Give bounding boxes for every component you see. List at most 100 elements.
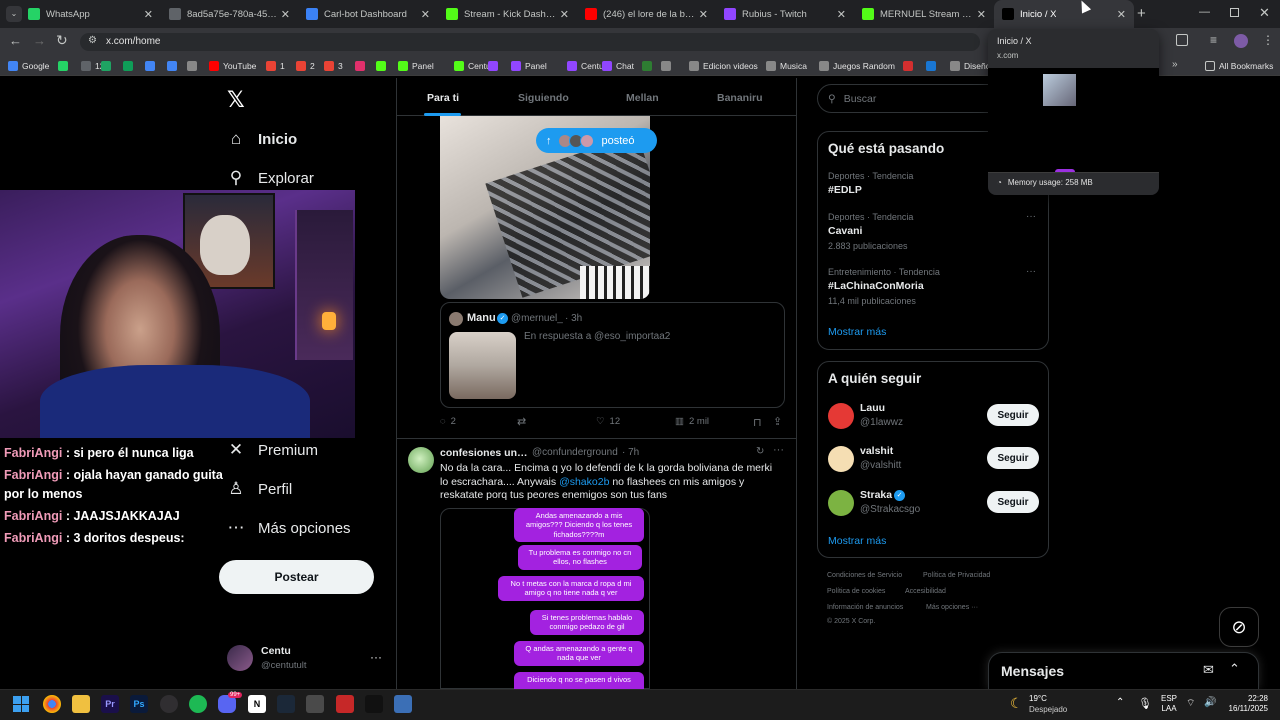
extensions-icon[interactable] <box>1176 34 1188 46</box>
bookmarks-overflow-icon[interactable]: » <box>1172 59 1178 70</box>
app-icon-2[interactable] <box>394 695 412 713</box>
file-explorer-icon[interactable] <box>72 695 90 713</box>
language-indicator[interactable]: ESP LAA <box>1161 694 1177 714</box>
browser-tab[interactable]: MERNUEL Stream - Watc✕ <box>854 0 994 28</box>
suggestion-avatar[interactable] <box>828 403 854 429</box>
bookmark-item[interactable]: Panel <box>398 59 434 73</box>
mic-icon[interactable]: 🎙 <box>1138 697 1152 710</box>
bookmark-item[interactable] <box>101 59 115 73</box>
browser-tab[interactable]: Carl-bot Dashboard ✕ <box>298 0 438 28</box>
bookmark-item[interactable] <box>187 59 201 73</box>
bookmark-item[interactable] <box>903 59 917 73</box>
footer-link[interactable]: Condiciones de Servicio <box>827 572 902 579</box>
new-tab-button[interactable]: + <box>1137 5 1146 22</box>
new-posts-pill[interactable]: ↑ posteó <box>536 128 657 153</box>
bookmark-item[interactable] <box>123 59 137 73</box>
bookmark-item[interactable]: Musica <box>766 59 807 73</box>
browser-tab[interactable]: Inicio / X ✕ <box>994 0 1134 28</box>
tab-close-icon[interactable]: ✕ <box>699 8 708 21</box>
trend-more-icon[interactable]: ··· <box>1026 211 1036 222</box>
mention-link[interactable]: @shako2b <box>559 476 609 488</box>
trend-more-icon[interactable]: ··· <box>1026 266 1036 277</box>
tab-close-icon[interactable]: ✕ <box>144 8 153 21</box>
reading-list-icon[interactable]: ≡ <box>1210 33 1217 47</box>
bookmark-item[interactable]: Diseño <box>950 59 990 73</box>
trend-name[interactable]: #EDLP <box>828 184 862 196</box>
post-button[interactable]: Postear <box>219 560 374 594</box>
footer-link[interactable]: Política de cookies <box>827 588 885 595</box>
bookmark-item[interactable]: Centu <box>567 59 604 73</box>
browser-tab[interactable]: 8ad5a75e-780a-4598-9fc✕ <box>161 0 298 28</box>
bookmark-item[interactable]: Chat <box>602 59 634 73</box>
chrome-taskbar-icon[interactable] <box>43 695 61 713</box>
tray-chevron-icon[interactable]: ⌃ <box>1116 697 1124 708</box>
expand-up-icon[interactable]: ⌃ <box>1229 661 1240 677</box>
tab-close-icon[interactable]: ✕ <box>281 8 290 21</box>
bookmark-item[interactable]: 2 <box>296 59 315 73</box>
tab-close-icon[interactable]: ✕ <box>560 8 569 21</box>
suggestion-avatar[interactable] <box>828 490 854 516</box>
tab-close-icon[interactable]: ✕ <box>977 8 986 21</box>
share-icon[interactable]: ⇪ <box>773 415 782 428</box>
bookmark-item[interactable]: Juegos Random <box>819 59 895 73</box>
footer-link[interactable]: Información de anuncios <box>827 604 903 611</box>
bookmark-item[interactable] <box>58 59 72 73</box>
bookmark-item[interactable] <box>926 59 940 73</box>
bookmark-item[interactable]: YouTube <box>209 59 256 73</box>
bookmark-item[interactable]: Edicion videos <box>689 59 758 73</box>
account-avatar[interactable] <box>227 645 253 671</box>
footer-link[interactable]: Política de Privacidad <box>923 572 990 579</box>
profile-avatar-icon[interactable] <box>1234 34 1248 48</box>
premiere-icon[interactable]: Pr <box>101 695 119 713</box>
suggestion-name[interactable]: Lauu <box>860 402 885 414</box>
photoshop-icon[interactable]: Ps <box>130 695 148 713</box>
notion-icon[interactable]: N <box>248 695 266 713</box>
bookmark-item[interactable] <box>167 59 181 73</box>
suggestion-avatar[interactable] <box>828 446 854 472</box>
trends-show-more[interactable]: Mostrar más <box>828 326 886 338</box>
tab-close-icon[interactable]: ✕ <box>421 8 430 21</box>
close-window-button[interactable]: ✕ <box>1259 5 1270 21</box>
tab-bananiru[interactable]: Bananiru <box>717 92 763 104</box>
follow-button[interactable]: Seguir <box>987 404 1039 426</box>
follow-button[interactable]: Seguir <box>987 491 1039 513</box>
bookmark-item[interactable]: Panel <box>511 59 547 73</box>
grok-float-button[interactable]: ⊘ <box>1219 607 1259 647</box>
app-icon[interactable] <box>336 695 354 713</box>
tab-siguiendo[interactable]: Siguiendo <box>518 92 569 104</box>
post-avatar[interactable] <box>408 447 434 473</box>
nav-more[interactable]: ⋯ Más opciones <box>226 518 351 538</box>
wifi-icon[interactable]: ⌔ <box>1186 697 1195 710</box>
capcut-icon[interactable] <box>365 695 383 713</box>
footer-link[interactable]: Accesibilidad <box>905 588 946 595</box>
messages-drawer[interactable]: Mensajes ✉ ⌃ <box>988 652 1259 689</box>
tab-para-ti[interactable]: Para ti <box>427 92 459 104</box>
nav-home[interactable]: ⌂ Inicio <box>226 129 297 149</box>
browser-tab[interactable]: WhatsApp ✕ <box>20 0 161 28</box>
bookmark-icon[interactable]: ⊓ <box>753 416 762 429</box>
new-message-icon[interactable]: ✉ <box>1203 662 1214 678</box>
bookmark-item[interactable]: Centu <box>454 59 491 73</box>
browser-tab[interactable]: Stream - Kick Dashboard✕ <box>438 0 577 28</box>
nav-explore[interactable]: ⚲ Explorar <box>226 168 314 188</box>
grok-icon[interactable]: ↻ <box>756 446 764 457</box>
steam-icon[interactable] <box>277 695 295 713</box>
x-logo-icon[interactable]: 𝕏 <box>227 88 245 113</box>
maximize-button[interactable] <box>1230 8 1239 17</box>
minimize-button[interactable]: — <box>1199 6 1210 18</box>
bookmark-item[interactable] <box>661 59 675 73</box>
follow-button[interactable]: Seguir <box>987 447 1039 469</box>
tab-close-icon[interactable]: ✕ <box>1117 8 1126 21</box>
back-button[interactable]: ← <box>9 33 22 48</box>
tab-mellan[interactable]: Mellan <box>626 92 659 104</box>
views-button[interactable]: ▥ 2 mil <box>675 416 709 427</box>
spotify-icon[interactable] <box>189 695 207 713</box>
forward-button[interactable]: → <box>33 33 46 48</box>
like-button[interactable]: ♡ 12 <box>596 416 620 427</box>
post-author-name[interactable]: confesiones under <box>440 447 532 459</box>
all-bookmarks-button[interactable]: All Bookmarks <box>1205 59 1273 73</box>
bookmark-item[interactable] <box>488 59 502 73</box>
address-input[interactable]: ⚙ x.com/home <box>80 33 980 51</box>
bookmark-item[interactable]: Google <box>8 59 49 73</box>
obs-icon[interactable] <box>160 695 178 713</box>
